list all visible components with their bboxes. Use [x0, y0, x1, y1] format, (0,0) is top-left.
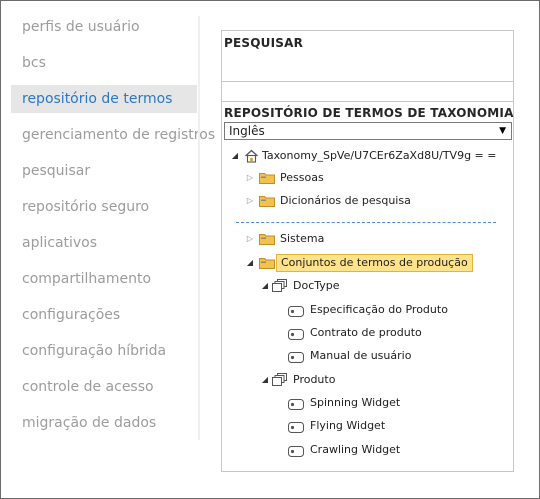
section-divider	[222, 81, 513, 82]
term-icon	[288, 350, 304, 370]
expand-open-icon[interactable]: ◢	[260, 276, 270, 296]
term-icon	[288, 444, 304, 464]
nav-item-records-management[interactable]: gerenciamento de registros	[11, 121, 215, 149]
expand-open-icon[interactable]: ◢	[230, 146, 240, 166]
tree-term-node[interactable]: Manual de usuário	[288, 346, 498, 366]
tree-root-node[interactable]: ◢ Taxonomy_SpVe/U7CEr6ZaXd8U/TV9g = =	[230, 146, 500, 166]
nav-item-sharing[interactable]: compartilhamento	[11, 265, 197, 293]
home-icon	[244, 149, 259, 170]
tree-root-label: Taxonomy_SpVe/U7CEr6ZaXd8U/TV9g = =	[262, 149, 497, 162]
tree-term-label: Spinning Widget	[310, 396, 401, 409]
folder-icon	[259, 194, 275, 214]
nav-item-secure-store[interactable]: repositório seguro	[11, 193, 197, 221]
tree-group-label: Pessoas	[280, 171, 324, 184]
term-icon	[288, 304, 304, 324]
tree-group-label: Sistema	[280, 232, 325, 245]
term-icon	[288, 397, 304, 417]
section-divider	[222, 101, 513, 102]
nav-item-user-profiles[interactable]: perfis de usuário	[11, 13, 197, 41]
tree-term-label: Crawling Widget	[310, 443, 401, 456]
system-group-separator	[236, 222, 496, 223]
tree-group-label: Dicionários de pesquisa	[280, 194, 411, 207]
nav-item-search[interactable]: pesquisar	[11, 157, 197, 185]
tree-term-label: Flying Widget	[310, 419, 386, 432]
tree-term-label: Manual de usuário	[310, 349, 412, 362]
tree-group-node[interactable]: ▷ Pessoas	[245, 168, 495, 188]
tree-term-node[interactable]: Contrato de produto	[288, 323, 498, 343]
tree-termset-node[interactable]: ◢ Produto	[260, 370, 490, 390]
term-icon	[288, 327, 304, 347]
tree-group-node-selected[interactable]: ◢ Conjuntos de termos de produção	[245, 253, 495, 273]
tree-term-node[interactable]: Spinning Widget	[288, 393, 498, 413]
nav-item-data-migration[interactable]: migração de dados	[11, 409, 197, 437]
folder-icon	[259, 256, 275, 276]
search-section-title: PESQUISAR	[224, 36, 304, 50]
expand-open-icon[interactable]: ◢	[245, 253, 255, 273]
nav-item-apps[interactable]: aplicativos	[11, 229, 197, 257]
tree-term-label: Contrato de produto	[310, 326, 422, 339]
tree-group-label: Conjuntos de termos de produção	[276, 254, 473, 272]
nav-item-term-store[interactable]: repositório de termos	[11, 85, 197, 113]
tree-term-node[interactable]: Especificação do Produto	[288, 300, 498, 320]
nav-item-access-control[interactable]: controle de acesso	[11, 373, 197, 401]
nav-item-hybrid-configuration[interactable]: configuração híbrida	[11, 337, 197, 365]
expand-open-icon[interactable]: ◢	[260, 370, 270, 390]
term-set-icon	[272, 279, 287, 299]
tree-group-node[interactable]: ▷ Sistema	[245, 229, 495, 249]
left-navigation: perfis de usuário bcs repositório de ter…	[0, 0, 215, 440]
nav-item-settings[interactable]: configurações	[11, 301, 197, 329]
folder-icon	[259, 232, 275, 252]
language-select[interactable]: Inglês ▼	[224, 122, 512, 140]
tree-term-node[interactable]: Crawling Widget	[288, 440, 498, 460]
term-store-panel: PESQUISAR REPOSITÓRIO DE TERMOS DE TAXON…	[221, 30, 514, 472]
tree-term-node[interactable]: Flying Widget	[288, 416, 498, 436]
tree-term-label: Especificação do Produto	[310, 303, 448, 316]
tree-termset-node[interactable]: ◢ DocType	[260, 276, 490, 296]
tree-group-node[interactable]: ▷ Dicionários de pesquisa	[245, 191, 495, 211]
nav-item-bcs[interactable]: bcs	[11, 49, 197, 77]
term-icon	[288, 420, 304, 440]
nav-divider	[198, 16, 200, 440]
expand-closed-icon[interactable]: ▷	[245, 168, 255, 188]
tree-termset-label: DocType	[293, 279, 340, 292]
expand-closed-icon[interactable]: ▷	[245, 191, 255, 211]
tree-termset-label: Produto	[293, 373, 336, 386]
term-set-icon	[272, 373, 287, 393]
dropdown-arrow-icon: ▼	[499, 126, 506, 136]
taxonomy-section-title: REPOSITÓRIO DE TERMOS DE TAXONOMIA	[224, 106, 514, 120]
expand-closed-icon[interactable]: ▷	[245, 229, 255, 249]
folder-icon	[259, 171, 275, 191]
language-select-value: Inglês	[229, 124, 265, 138]
